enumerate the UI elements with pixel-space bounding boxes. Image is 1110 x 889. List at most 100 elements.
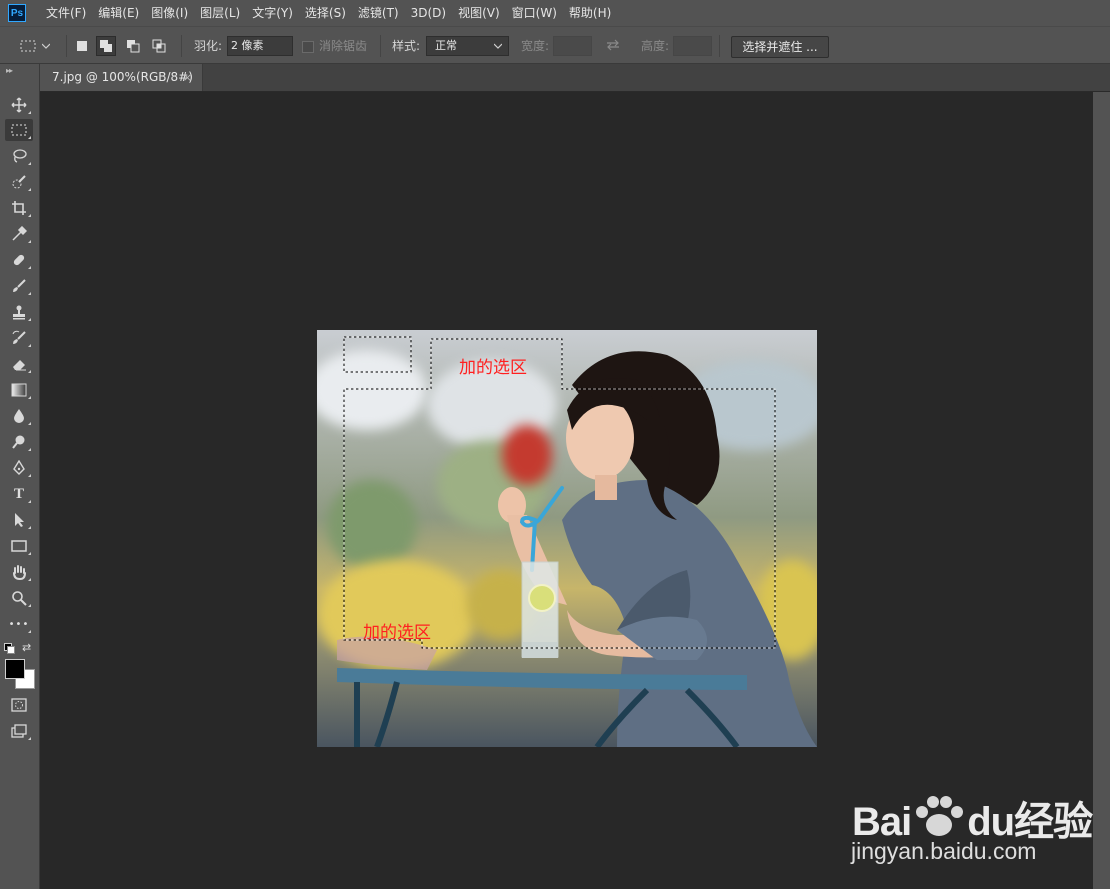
gradient-icon xyxy=(11,383,27,397)
divider xyxy=(181,35,182,57)
right-panel-edge xyxy=(1093,92,1110,889)
menu-3d[interactable]: 3D(D) xyxy=(405,0,452,26)
pen-tool[interactable] xyxy=(5,457,33,479)
eraser-icon xyxy=(13,360,26,371)
quick-mask-button[interactable] xyxy=(5,694,33,716)
type-icon: T xyxy=(13,485,24,502)
quick-selection-tool[interactable] xyxy=(5,171,33,193)
path-selection-tool[interactable] xyxy=(5,509,33,531)
options-bar: 羽化: 2 像素 消除锯齿 样式: 正常 宽度: 高度: 选择并遮住 ... xyxy=(0,26,1110,64)
foreground-color-swatch[interactable] xyxy=(5,659,25,679)
hand-tool[interactable] xyxy=(5,561,33,583)
type-tool[interactable]: T xyxy=(5,483,33,505)
rectangular-marquee-tool[interactable] xyxy=(5,119,33,141)
pen-icon xyxy=(13,460,25,475)
screen-mode-button[interactable] xyxy=(5,720,33,742)
height-input[interactable] xyxy=(673,36,712,56)
height-label: 高度: xyxy=(641,39,670,53)
select-and-mask-button[interactable]: 选择并遮住 ... xyxy=(731,36,829,58)
style-select-value: 正常 xyxy=(435,39,457,52)
swap-colors-icon[interactable]: ⇄ xyxy=(22,641,31,654)
drop-icon xyxy=(14,409,24,423)
width-input[interactable] xyxy=(553,36,592,56)
eyedropper-tool[interactable] xyxy=(5,223,33,245)
photoshop-logo: Ps xyxy=(8,4,26,22)
brush-tool[interactable] xyxy=(5,275,33,297)
chevron-down-icon xyxy=(42,43,50,49)
more-tools[interactable]: ••• xyxy=(5,613,33,635)
menu-view[interactable]: 视图(V) xyxy=(452,0,506,26)
add-to-selection-button[interactable] xyxy=(96,36,116,56)
stamp-icon xyxy=(13,305,25,320)
ellipsis-icon: ••• xyxy=(8,618,30,630)
close-icon[interactable]: × xyxy=(183,64,192,91)
document-tab[interactable]: 7.jpg @ 100%(RGB/8#) × xyxy=(40,64,203,91)
menu-help[interactable]: 帮助(H) xyxy=(563,0,617,26)
menu-type[interactable]: 文字(Y) xyxy=(246,0,299,26)
antialias-label: 消除锯齿 xyxy=(319,39,368,53)
marquee-icon xyxy=(11,124,27,136)
eyedropper-icon xyxy=(12,226,27,241)
menu-layer[interactable]: 图层(L) xyxy=(194,0,246,26)
hand-icon xyxy=(13,565,26,580)
rectangle-tool[interactable] xyxy=(5,535,33,557)
history-brush-icon xyxy=(12,330,26,344)
feather-label: 羽化: xyxy=(194,39,223,53)
divider xyxy=(66,35,67,57)
menu-filter[interactable]: 滤镜(T) xyxy=(352,0,405,26)
subtract-from-selection-button[interactable] xyxy=(123,36,143,56)
blur-tool[interactable] xyxy=(5,405,33,427)
zoom-tool[interactable] xyxy=(5,587,33,609)
screen-mode-icon xyxy=(11,724,27,738)
dodge-tool[interactable] xyxy=(5,431,33,453)
crop-icon xyxy=(12,201,26,215)
brush-icon xyxy=(13,279,26,292)
style-label: 样式: xyxy=(392,39,421,53)
clone-stamp-tool[interactable] xyxy=(5,301,33,323)
watermark-url: jingyan.baidu.com xyxy=(851,838,1037,864)
intersect-selection-icon xyxy=(152,39,166,53)
divider xyxy=(380,35,381,57)
document-tab-bar: 7.jpg @ 100%(RGB/8#) × xyxy=(40,64,1110,92)
feather-input[interactable]: 2 像素 xyxy=(227,36,293,56)
magnifier-icon xyxy=(12,591,27,606)
style-select[interactable]: 正常 xyxy=(426,36,509,56)
tool-preset-picker[interactable] xyxy=(20,36,56,56)
move-tool[interactable] xyxy=(5,94,33,116)
swap-arrows-icon xyxy=(607,39,619,51)
menu-image[interactable]: 图像(I) xyxy=(145,0,194,26)
antialias-checkbox[interactable] xyxy=(302,41,314,53)
annotation-added-selection-top: 加的选区 xyxy=(459,358,527,378)
move-icon xyxy=(11,97,27,113)
menu-window[interactable]: 窗口(W) xyxy=(506,0,563,26)
selection-marquee xyxy=(343,336,776,649)
eraser-tool[interactable] xyxy=(5,353,33,375)
intersect-selection-button[interactable] xyxy=(149,36,169,56)
chevron-down-icon xyxy=(494,43,502,49)
panel-collapse-icon[interactable]: ▸▸ xyxy=(6,66,13,75)
new-selection-icon xyxy=(77,41,87,51)
healing-brush-tool[interactable] xyxy=(5,249,33,271)
tools-panel: ▸▸ T ••• ⇄ xyxy=(0,64,40,889)
default-colors-icon[interactable] xyxy=(4,643,15,654)
rectangle-icon xyxy=(11,540,27,552)
menu-select[interactable]: 选择(S) xyxy=(299,0,352,26)
menu-file[interactable]: 文件(F) xyxy=(40,0,92,26)
history-brush-tool[interactable] xyxy=(5,327,33,349)
width-label: 宽度: xyxy=(521,39,550,53)
swap-width-height-button[interactable] xyxy=(605,39,621,54)
divider xyxy=(719,35,720,57)
lasso-icon xyxy=(13,149,27,163)
menu-bar: Ps 文件(F) 编辑(E) 图像(I) 图层(L) 文字(Y) 选择(S) 滤… xyxy=(0,0,1110,26)
marquee-preset-icon xyxy=(20,40,36,52)
gradient-tool[interactable] xyxy=(5,379,33,401)
annotation-added-selection-bottom: 加的选区 xyxy=(363,623,431,643)
add-to-selection-icon xyxy=(100,40,112,52)
new-selection-button[interactable] xyxy=(72,36,92,56)
baidu-jingyan-watermark-logo: Bai du经验 xyxy=(852,795,1093,842)
lasso-tool[interactable] xyxy=(5,145,33,167)
bandage-icon xyxy=(13,254,25,266)
crop-tool[interactable] xyxy=(5,197,33,219)
canvas-image[interactable]: 加的选区 加的选区 xyxy=(317,330,817,747)
menu-edit[interactable]: 编辑(E) xyxy=(92,0,145,26)
